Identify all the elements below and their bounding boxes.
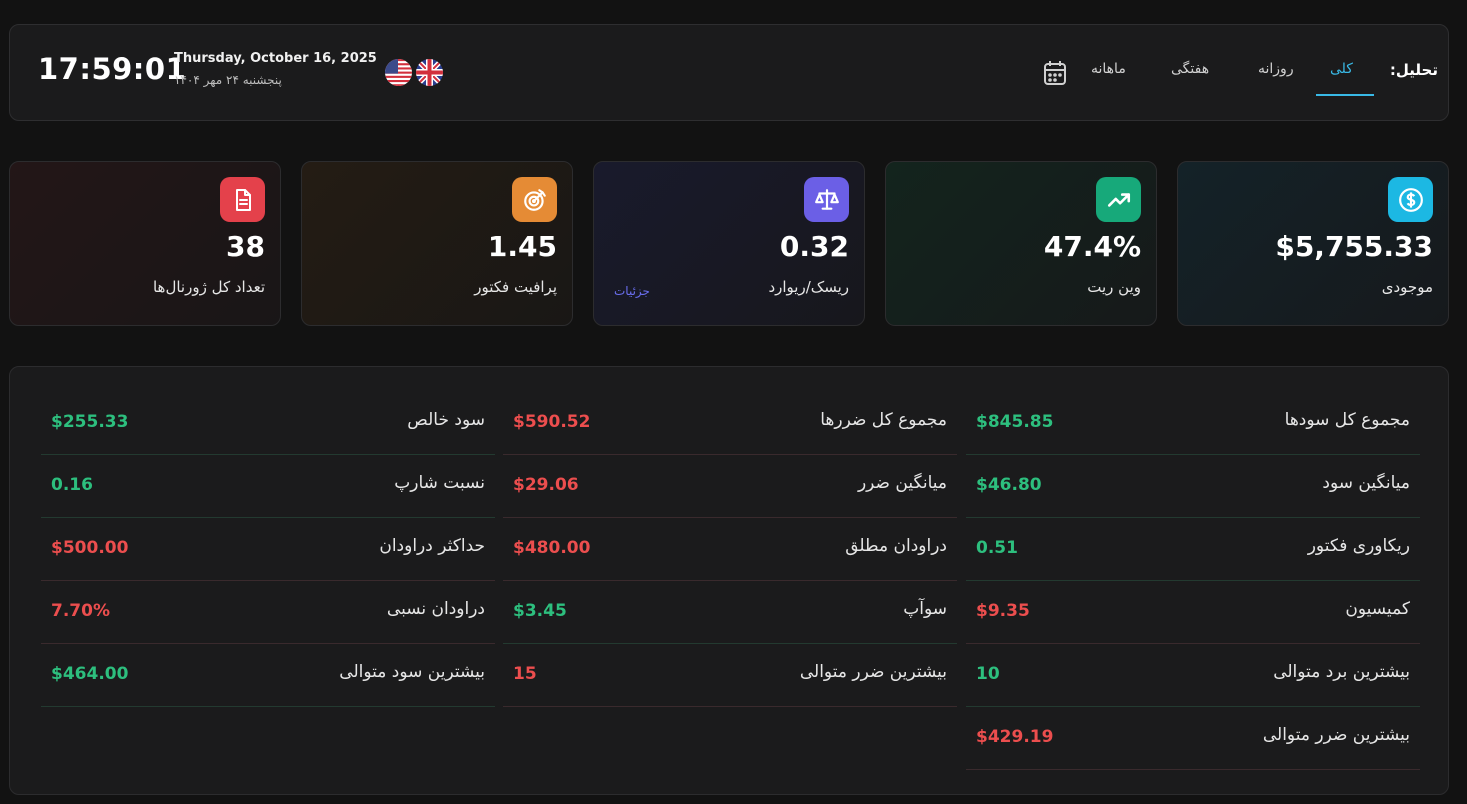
- stat-value: $480.00: [513, 538, 591, 558]
- stat-label: کمیسیون: [1345, 599, 1410, 619]
- stat-row: دراودان نسبی 7.70%: [41, 581, 495, 644]
- stat-value: $429.19: [976, 727, 1054, 747]
- stat-label: سود خالص: [407, 410, 485, 430]
- stat-value: $500.00: [51, 538, 129, 558]
- profit-factor-label: پرافیت فکتور: [474, 278, 557, 296]
- stat-row: سود خالص $255.33: [41, 392, 495, 455]
- stat-row: کمیسیون $9.35: [966, 581, 1420, 644]
- stat-row: ریکاوری فکتور 0.51: [966, 518, 1420, 581]
- stat-row: مجموع کل سودها $845.85: [966, 392, 1420, 455]
- uk-flag-icon[interactable]: [416, 59, 443, 86]
- stats-column-left: سود خالص $255.33 نسبت شارپ 0.16 حداکثر دراود…: [41, 392, 495, 707]
- stats-column-right: مجموع کل سودها $845.85 میانگین سود $46.80 ری…: [966, 392, 1420, 770]
- stat-label: نسبت شارپ: [394, 473, 485, 493]
- scale-icon: [804, 177, 849, 222]
- stat-label: دراودان مطلق: [845, 536, 947, 556]
- active-tab-indicator: [1316, 94, 1374, 96]
- journal-count-value: 38: [226, 230, 265, 263]
- stats-column-middle: مجموع کل ضررها $590.52 میانگین ضرر $29.06 در…: [503, 392, 957, 707]
- stat-label: میانگین ضرر: [857, 473, 947, 493]
- card-risk-reward: 0.32 ریسک/ریوارد جزئیات: [593, 161, 865, 326]
- tab-overall[interactable]: کلی: [1330, 61, 1353, 77]
- risk-reward-value: 0.32: [779, 230, 849, 263]
- stat-label: بیشترین سود متوالی: [339, 662, 485, 682]
- profit-factor-value: 1.45: [487, 230, 557, 263]
- stat-row: میانگین سود $46.80: [966, 455, 1420, 518]
- card-journal-count: 38 تعداد کل ژورنال‌ها: [9, 161, 281, 326]
- stat-label: سوآپ: [903, 599, 947, 619]
- stat-row: میانگین ضرر $29.06: [503, 455, 957, 518]
- clock: 17:59:01: [38, 52, 187, 86]
- stat-value: $46.80: [976, 475, 1042, 495]
- stat-value: $29.06: [513, 475, 579, 495]
- stat-label: ریکاوری فکتور: [1307, 536, 1410, 556]
- header-bar: 17:59:01 Thursday, October 16, 2025 پنجش…: [9, 24, 1449, 121]
- details-link[interactable]: جزئیات: [614, 284, 650, 298]
- stat-label: میانگین سود: [1322, 473, 1410, 493]
- stat-value: 7.70%: [51, 601, 110, 621]
- balance-label: موجودی: [1381, 278, 1433, 296]
- stat-row: بیشترین سود متوالی $464.00: [41, 644, 495, 707]
- stat-value: $9.35: [976, 601, 1030, 621]
- stat-value: $845.85: [976, 412, 1054, 432]
- stat-value: 0.16: [51, 475, 93, 495]
- stat-row: بیشترین ضرر متوالی 15: [503, 644, 957, 707]
- stat-value: 15: [513, 664, 537, 684]
- stat-value: $3.45: [513, 601, 567, 621]
- tab-monthly[interactable]: ماهانه: [1091, 61, 1126, 77]
- stat-label: بیشترین ضرر متوالی: [1262, 725, 1410, 745]
- analysis-label: تحلیل:: [1389, 61, 1438, 79]
- stat-value: 10: [976, 664, 1000, 684]
- stat-label: مجموع کل سودها: [1284, 410, 1410, 430]
- date-persian: پنجشنبه ۲۴ مهر ۱۴۰۴: [174, 73, 282, 87]
- tab-weekly[interactable]: هفتگی: [1171, 61, 1209, 77]
- stat-row: حداکثر دراودان $500.00: [41, 518, 495, 581]
- risk-reward-label: ریسک/ریوارد: [768, 278, 849, 296]
- document-icon: [220, 177, 265, 222]
- stat-value: $464.00: [51, 664, 129, 684]
- card-win-rate: 47.4% وین ریت: [885, 161, 1157, 326]
- stat-row: مجموع کل ضررها $590.52: [503, 392, 957, 455]
- stat-row: بیشترین ضرر متوالی $429.19: [966, 707, 1420, 770]
- stats-panel: مجموع کل سودها $845.85 میانگین سود $46.80 ری…: [9, 366, 1449, 795]
- stat-value: $590.52: [513, 412, 591, 432]
- calendar-icon[interactable]: [1043, 60, 1067, 86]
- stat-label: مجموع کل ضررها: [820, 410, 947, 430]
- stat-row: دراودان مطلق $480.00: [503, 518, 957, 581]
- dollar-icon: [1388, 177, 1433, 222]
- stat-row: نسبت شارپ 0.16: [41, 455, 495, 518]
- target-icon: [512, 177, 557, 222]
- win-rate-value: 47.4%: [1043, 230, 1141, 263]
- journal-count-label: تعداد کل ژورنال‌ها: [152, 278, 265, 296]
- card-profit-factor: 1.45 پرافیت فکتور: [301, 161, 573, 326]
- win-rate-label: وین ریت: [1087, 278, 1141, 296]
- stat-label: بیشترین ضرر متوالی: [799, 662, 947, 682]
- stat-label: دراودان نسبی: [386, 599, 485, 619]
- card-balance: $5,755.33 موجودی: [1177, 161, 1449, 326]
- stat-row: سوآپ $3.45: [503, 581, 957, 644]
- trending-up-icon: [1096, 177, 1141, 222]
- stat-label: بیشترین برد متوالی: [1273, 662, 1410, 682]
- stat-value: $255.33: [51, 412, 129, 432]
- balance-value: $5,755.33: [1275, 230, 1433, 263]
- date-gregorian: Thursday, October 16, 2025: [174, 51, 377, 66]
- us-flag-icon[interactable]: [385, 59, 412, 86]
- stat-row: بیشترین برد متوالی 10: [966, 644, 1420, 707]
- tab-daily[interactable]: روزانه: [1258, 61, 1294, 77]
- stat-value: 0.51: [976, 538, 1018, 558]
- stat-label: حداکثر دراودان: [379, 536, 485, 556]
